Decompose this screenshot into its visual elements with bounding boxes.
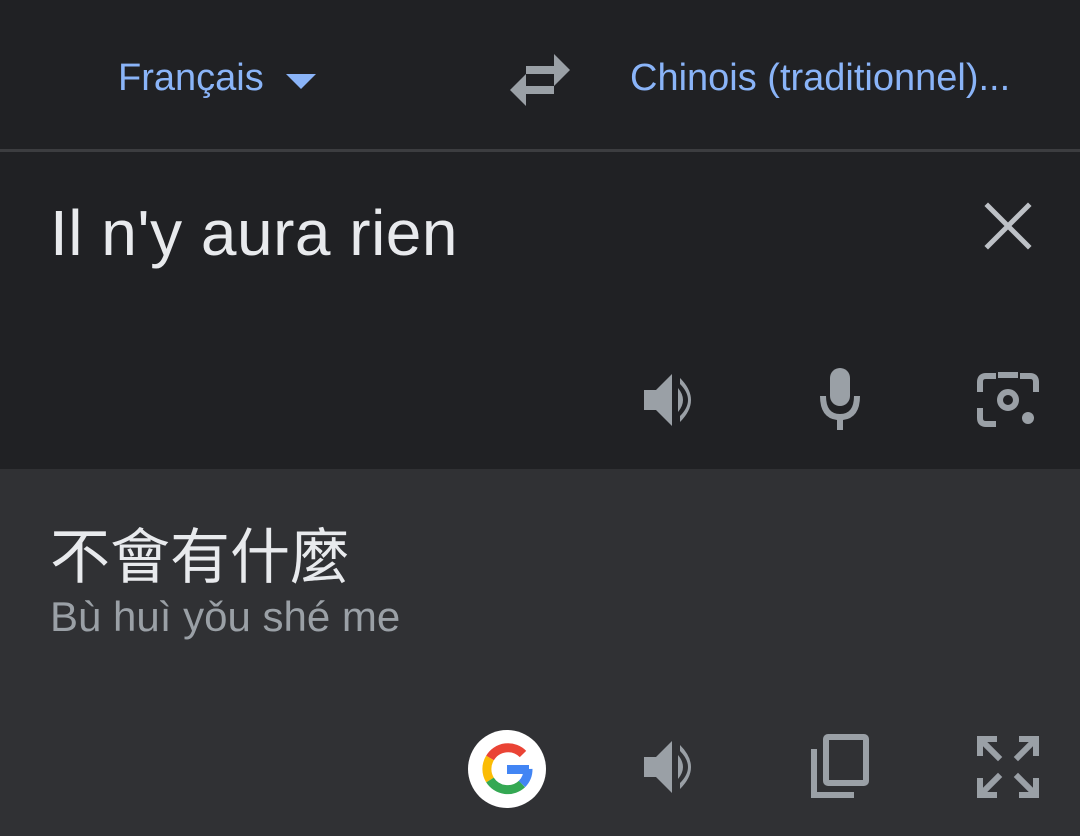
source-text-input[interactable]: Il n'y aura rien [50, 196, 458, 270]
target-language-selector[interactable]: Chinois (traditionnel)... [630, 52, 1060, 104]
microphone-button[interactable] [806, 366, 874, 434]
fullscreen-button[interactable] [974, 733, 1042, 801]
language-bar: Français Chinois (traditionnel)... [0, 0, 1080, 152]
speaker-icon [644, 741, 691, 793]
listen-translation-button[interactable] [638, 733, 706, 801]
camera-button[interactable] [974, 366, 1042, 434]
close-icon [984, 202, 1032, 250]
romanization-text: Bù huì yǒu shé me [50, 593, 401, 640]
output-panel: 不會有什麼 Bù huì yǒu shé me [0, 469, 1080, 836]
speaker-icon [644, 374, 691, 426]
camera-icon [977, 372, 1039, 427]
target-language-label: Chinois (traditionnel)... [630, 56, 1011, 99]
translation-text: 不會有什麼 [50, 523, 350, 593]
input-panel: Il n'y aura rien [0, 152, 1080, 469]
copy-translation-button[interactable] [806, 733, 874, 801]
clear-input-button[interactable] [978, 196, 1038, 256]
fullscreen-icon [977, 736, 1039, 798]
chevron-down-icon [285, 73, 316, 89]
swap-languages-button[interactable] [504, 50, 576, 110]
translate-app: Français Chinois (traditionnel)... Il n'… [0, 0, 1080, 836]
listen-source-button[interactable] [638, 366, 706, 434]
source-language-selector[interactable]: Français [118, 52, 316, 104]
source-language-label: Français [118, 56, 264, 99]
google-icon [482, 743, 533, 795]
microphone-icon [820, 368, 860, 430]
copy-icon [811, 734, 869, 798]
swap-icon [510, 54, 570, 106]
google-search-button[interactable] [468, 730, 546, 808]
